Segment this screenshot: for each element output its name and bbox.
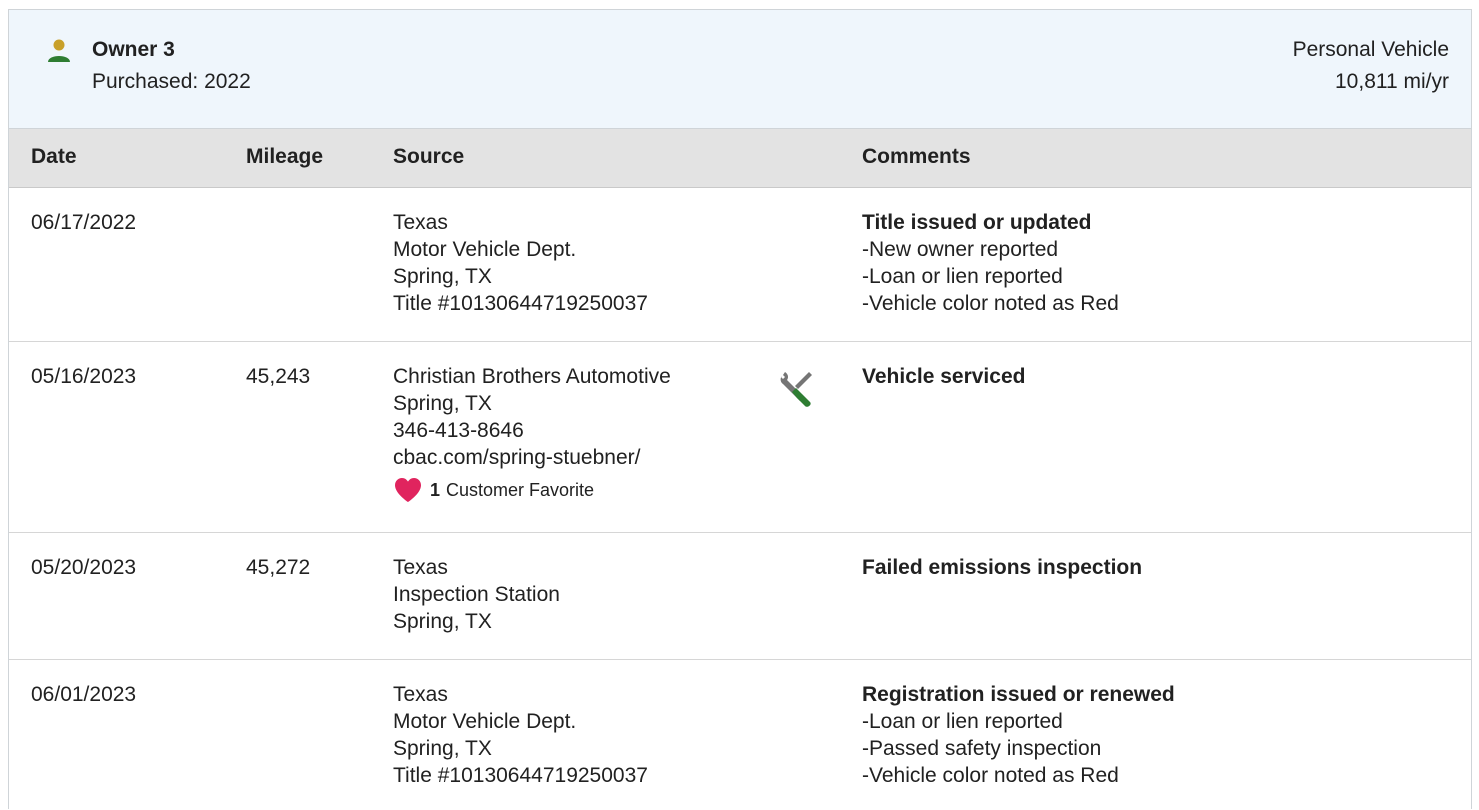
source-line: Spring, TX — [393, 265, 492, 288]
row-comments: Vehicle serviced — [862, 363, 1025, 390]
comment-title: Title issued or updated — [862, 211, 1092, 234]
table-row: 05/16/2023 45,243 Christian Brothers Aut… — [9, 342, 1471, 533]
source-line: Motor Vehicle Dept. — [393, 238, 577, 261]
comment-title: Vehicle serviced — [862, 365, 1026, 388]
row-comments: Title issued or updated New owner report… — [862, 209, 1119, 317]
table-header: Date Mileage Source Comments — [9, 129, 1471, 188]
row-date: 05/20/2023 — [31, 556, 137, 579]
row-date: 06/01/2023 — [31, 683, 137, 706]
source-website-link[interactable]: cbac.com/spring-stuebner/ — [393, 444, 671, 471]
vehicle-type: Personal Vehicle — [1292, 38, 1449, 61]
owner-title: Owner 3 — [92, 38, 175, 61]
person-icon — [48, 39, 70, 62]
source-line: Texas — [393, 211, 448, 234]
row-comments: Failed emissions inspection — [862, 554, 1142, 581]
source-line: Title #10130644719250037 — [393, 764, 648, 787]
comment-item: Loan or lien reported — [862, 708, 1175, 735]
header-comments: Comments — [862, 145, 971, 168]
favorite-label: Customer Favorite — [446, 480, 595, 500]
owner-purchased: Purchased: 2022 — [92, 70, 251, 93]
favorite-count: 1 — [430, 480, 441, 500]
owner-header: Owner 3 Purchased: 2022 Personal Vehicle… — [9, 10, 1471, 129]
row-date: 05/16/2023 — [31, 365, 137, 388]
mileage-per-year: 10,811 mi/yr — [1335, 70, 1449, 93]
comment-title: Failed emissions inspection — [862, 556, 1143, 579]
source-line: Inspection Station — [393, 583, 560, 606]
row-date: 06/17/2022 — [31, 211, 137, 234]
source-line: Title #10130644719250037 — [393, 292, 648, 315]
header-mileage: Mileage — [246, 145, 324, 168]
comment-item: Vehicle color noted as Red — [862, 290, 1119, 317]
heart-icon — [395, 478, 421, 502]
comment-item: Vehicle color noted as Red — [862, 762, 1175, 789]
comment-item: Loan or lien reported — [862, 263, 1119, 290]
wrench-screwdriver-icon — [780, 372, 812, 407]
row-mileage: 45,243 — [246, 365, 311, 388]
row-mileage: 45,272 — [246, 556, 311, 579]
comment-item: Passed safety inspection — [862, 735, 1175, 762]
comment-title: Registration issued or renewed — [862, 683, 1175, 706]
header-date: Date — [31, 145, 77, 168]
row-source: Texas Motor Vehicle Dept. Spring, TX Tit… — [393, 681, 648, 789]
source-line: Spring, TX — [393, 610, 492, 633]
source-line: Spring, TX — [393, 392, 492, 415]
table-row: 06/17/2022 Texas Motor Vehicle Dept. Spr… — [9, 188, 1471, 342]
table-row: 06/01/2023 Texas Motor Vehicle Dept. Spr… — [9, 660, 1471, 810]
row-source: Texas Motor Vehicle Dept. Spring, TX Tit… — [393, 209, 648, 317]
header-source: Source — [393, 145, 465, 168]
row-source: Christian Brothers Automotive Spring, TX… — [393, 363, 671, 504]
source-line: Spring, TX — [393, 737, 492, 760]
source-line: Texas — [393, 683, 448, 706]
table-row: 05/20/2023 45,272 Texas Inspection Stati… — [9, 533, 1471, 660]
source-line: Texas — [393, 556, 448, 579]
source-line: Christian Brothers Automotive — [393, 365, 671, 388]
row-source: Texas Inspection Station Spring, TX — [393, 554, 560, 635]
row-comments: Registration issued or renewed Loan or l… — [862, 681, 1175, 789]
source-line: Motor Vehicle Dept. — [393, 710, 577, 733]
owner-history-card: Owner 3 Purchased: 2022 Personal Vehicle… — [8, 9, 1472, 809]
source-phone-link[interactable]: 346-413-8646 — [393, 417, 671, 444]
comment-item: New owner reported — [862, 236, 1119, 263]
customer-favorite-badge[interactable]: 1 Customer Favorite — [393, 476, 671, 504]
